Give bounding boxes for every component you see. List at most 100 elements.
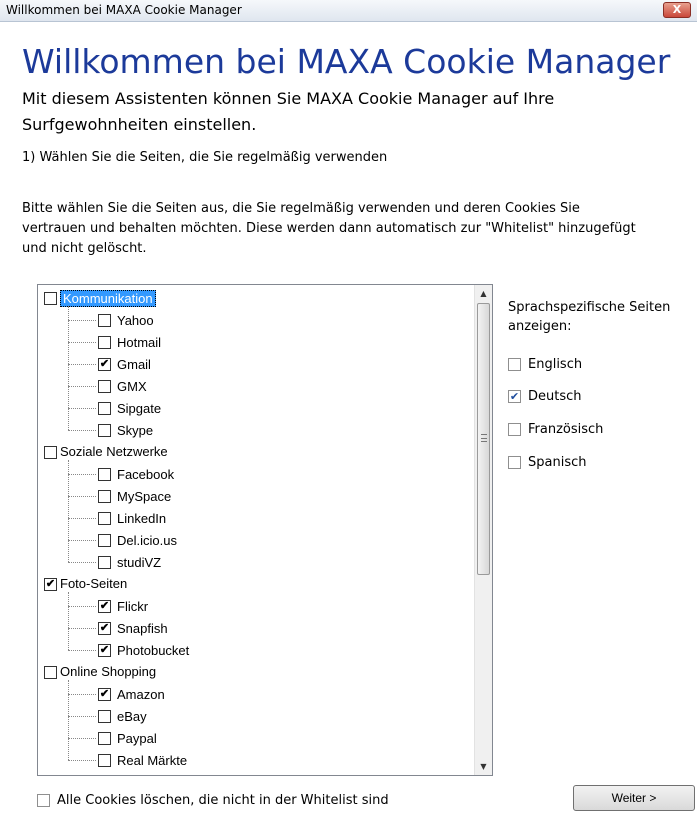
tree-item[interactable]: Sipgate (38, 397, 474, 419)
item-checkbox[interactable] (98, 424, 111, 437)
item-checkbox[interactable] (98, 512, 111, 525)
item-label: Gmail (117, 357, 151, 372)
tree-item[interactable]: Del.icio.us (38, 529, 474, 551)
tree-connector (68, 716, 96, 717)
scroll-down-icon[interactable]: ▼ (475, 758, 492, 775)
language-title: Sprachspezifische Seiten anzeigen: (508, 300, 671, 334)
item-checkbox[interactable] (98, 402, 111, 415)
language-label: Französisch (528, 422, 604, 437)
item-label: Sipgate (117, 401, 162, 416)
tree-scrollbar[interactable]: ▲ ▼ (474, 285, 492, 775)
item-checkbox[interactable] (98, 380, 111, 393)
page-heading: Willkommen bei MAXA Cookie Manager (22, 42, 671, 81)
grip-icon (481, 434, 487, 442)
tree-item[interactable]: Facebook (38, 463, 474, 485)
delete-all-checkbox[interactable] (37, 794, 50, 807)
group-label[interactable]: Kommunikation (60, 290, 156, 307)
tree-connector (68, 760, 96, 761)
tree-connector (68, 386, 96, 387)
tree-connector (68, 694, 96, 695)
item-checkbox[interactable]: ✔ (98, 600, 111, 613)
tree-item[interactable]: studiVZ (38, 551, 474, 573)
tree-connector (68, 430, 96, 431)
item-checkbox[interactable] (98, 754, 111, 767)
tree-item[interactable]: Paypal (38, 727, 474, 749)
group-checkbox[interactable] (44, 666, 57, 679)
site-tree-list: Kommunikation Yahoo Hotmail ✔ Gmail GMX Sipgat… (38, 285, 474, 775)
tree-connector (68, 738, 96, 739)
item-checkbox[interactable]: ✔ (98, 644, 111, 657)
language-checkbox[interactable] (508, 423, 521, 436)
item-label: Skype (117, 423, 154, 438)
tree-item[interactable]: ✔ Gmail (38, 353, 474, 375)
tree-item[interactable]: ✔ Snapfish (38, 617, 474, 639)
tree-group[interactable]: Kommunikation (38, 287, 474, 309)
tree-group[interactable]: Online Shopping (38, 661, 474, 683)
tree-connector (68, 628, 96, 629)
scroll-thumb[interactable] (477, 303, 490, 575)
item-label: LinkedIn (117, 511, 167, 526)
tree-group[interactable]: ✔ Foto-Seiten (38, 573, 474, 595)
group-checkbox[interactable]: ✔ (44, 578, 57, 591)
delete-all-label: Alle Cookies löschen, die nicht in der W… (57, 793, 389, 808)
item-checkbox[interactable] (98, 732, 111, 745)
group-label[interactable]: Soziale Netzwerke (60, 444, 168, 459)
tree-connector (68, 364, 96, 365)
tree-item[interactable]: eBay (38, 705, 474, 727)
group-label[interactable]: Online Shopping (60, 664, 156, 679)
step-label: 1) Wählen Sie die Seiten, die Sie regelm… (22, 150, 388, 165)
language-checkbox[interactable] (508, 456, 521, 469)
item-label: Flickr (117, 599, 149, 614)
site-tree[interactable]: Kommunikation Yahoo Hotmail ✔ Gmail GMX Sipgat… (37, 284, 493, 776)
group-checkbox[interactable] (44, 292, 57, 305)
item-checkbox[interactable] (98, 468, 111, 481)
tree-item[interactable]: Skype (38, 419, 474, 441)
window-title: Willkommen bei MAXA Cookie Manager (6, 3, 242, 17)
item-checkbox[interactable] (98, 534, 111, 547)
item-label: MySpace (117, 489, 172, 504)
item-label: studiVZ (117, 555, 162, 570)
language-checkbox[interactable] (508, 358, 521, 371)
item-label: GMX (117, 379, 147, 394)
item-checkbox[interactable]: ✔ (98, 358, 111, 371)
tree-connector (68, 342, 96, 343)
tree-item[interactable]: ✔ Photobucket (38, 639, 474, 661)
tree-item[interactable]: Yahoo (38, 309, 474, 331)
tree-item[interactable]: GMX (38, 375, 474, 397)
tree-item[interactable]: Hotmail (38, 331, 474, 353)
item-checkbox[interactable] (98, 336, 111, 349)
item-label: Facebook (117, 467, 175, 482)
tree-connector (68, 540, 96, 541)
item-label: Photobucket (117, 643, 190, 658)
language-checkbox[interactable]: ✔ (508, 390, 521, 403)
item-label: Del.icio.us (117, 533, 177, 548)
title-bar: Willkommen bei MAXA Cookie Manager X (0, 0, 697, 22)
item-label: Hotmail (117, 335, 162, 350)
tree-item[interactable]: LinkedIn (38, 507, 474, 529)
item-checkbox[interactable] (98, 556, 111, 569)
scroll-up-icon[interactable]: ▲ (475, 285, 492, 302)
group-checkbox[interactable] (44, 446, 57, 459)
close-button[interactable]: X (663, 2, 691, 18)
tree-item[interactable]: ✔ Amazon (38, 683, 474, 705)
item-checkbox[interactable]: ✔ (98, 622, 111, 635)
tree-item[interactable]: MySpace (38, 485, 474, 507)
item-checkbox[interactable] (98, 710, 111, 723)
item-checkbox[interactable] (98, 490, 111, 503)
group-label[interactable]: Foto-Seiten (60, 576, 127, 591)
tree-item[interactable]: ✔ Flickr (38, 595, 474, 617)
item-checkbox[interactable]: ✔ (98, 688, 111, 701)
item-label: Real Märkte (117, 753, 188, 768)
tree-item[interactable]: Real Märkte (38, 749, 474, 771)
tree-group[interactable]: Soziale Netzwerke (38, 441, 474, 463)
language-label: Deutsch (528, 389, 582, 404)
tree-connector (68, 562, 96, 563)
item-checkbox[interactable] (98, 314, 111, 327)
next-button[interactable]: Weiter > (573, 785, 695, 811)
language-label: Spanisch (528, 455, 587, 470)
tree-connector (68, 606, 96, 607)
tree-connector (68, 408, 96, 409)
tree-connector (68, 496, 96, 497)
item-label: Paypal (117, 731, 157, 746)
tree-connector (68, 518, 96, 519)
